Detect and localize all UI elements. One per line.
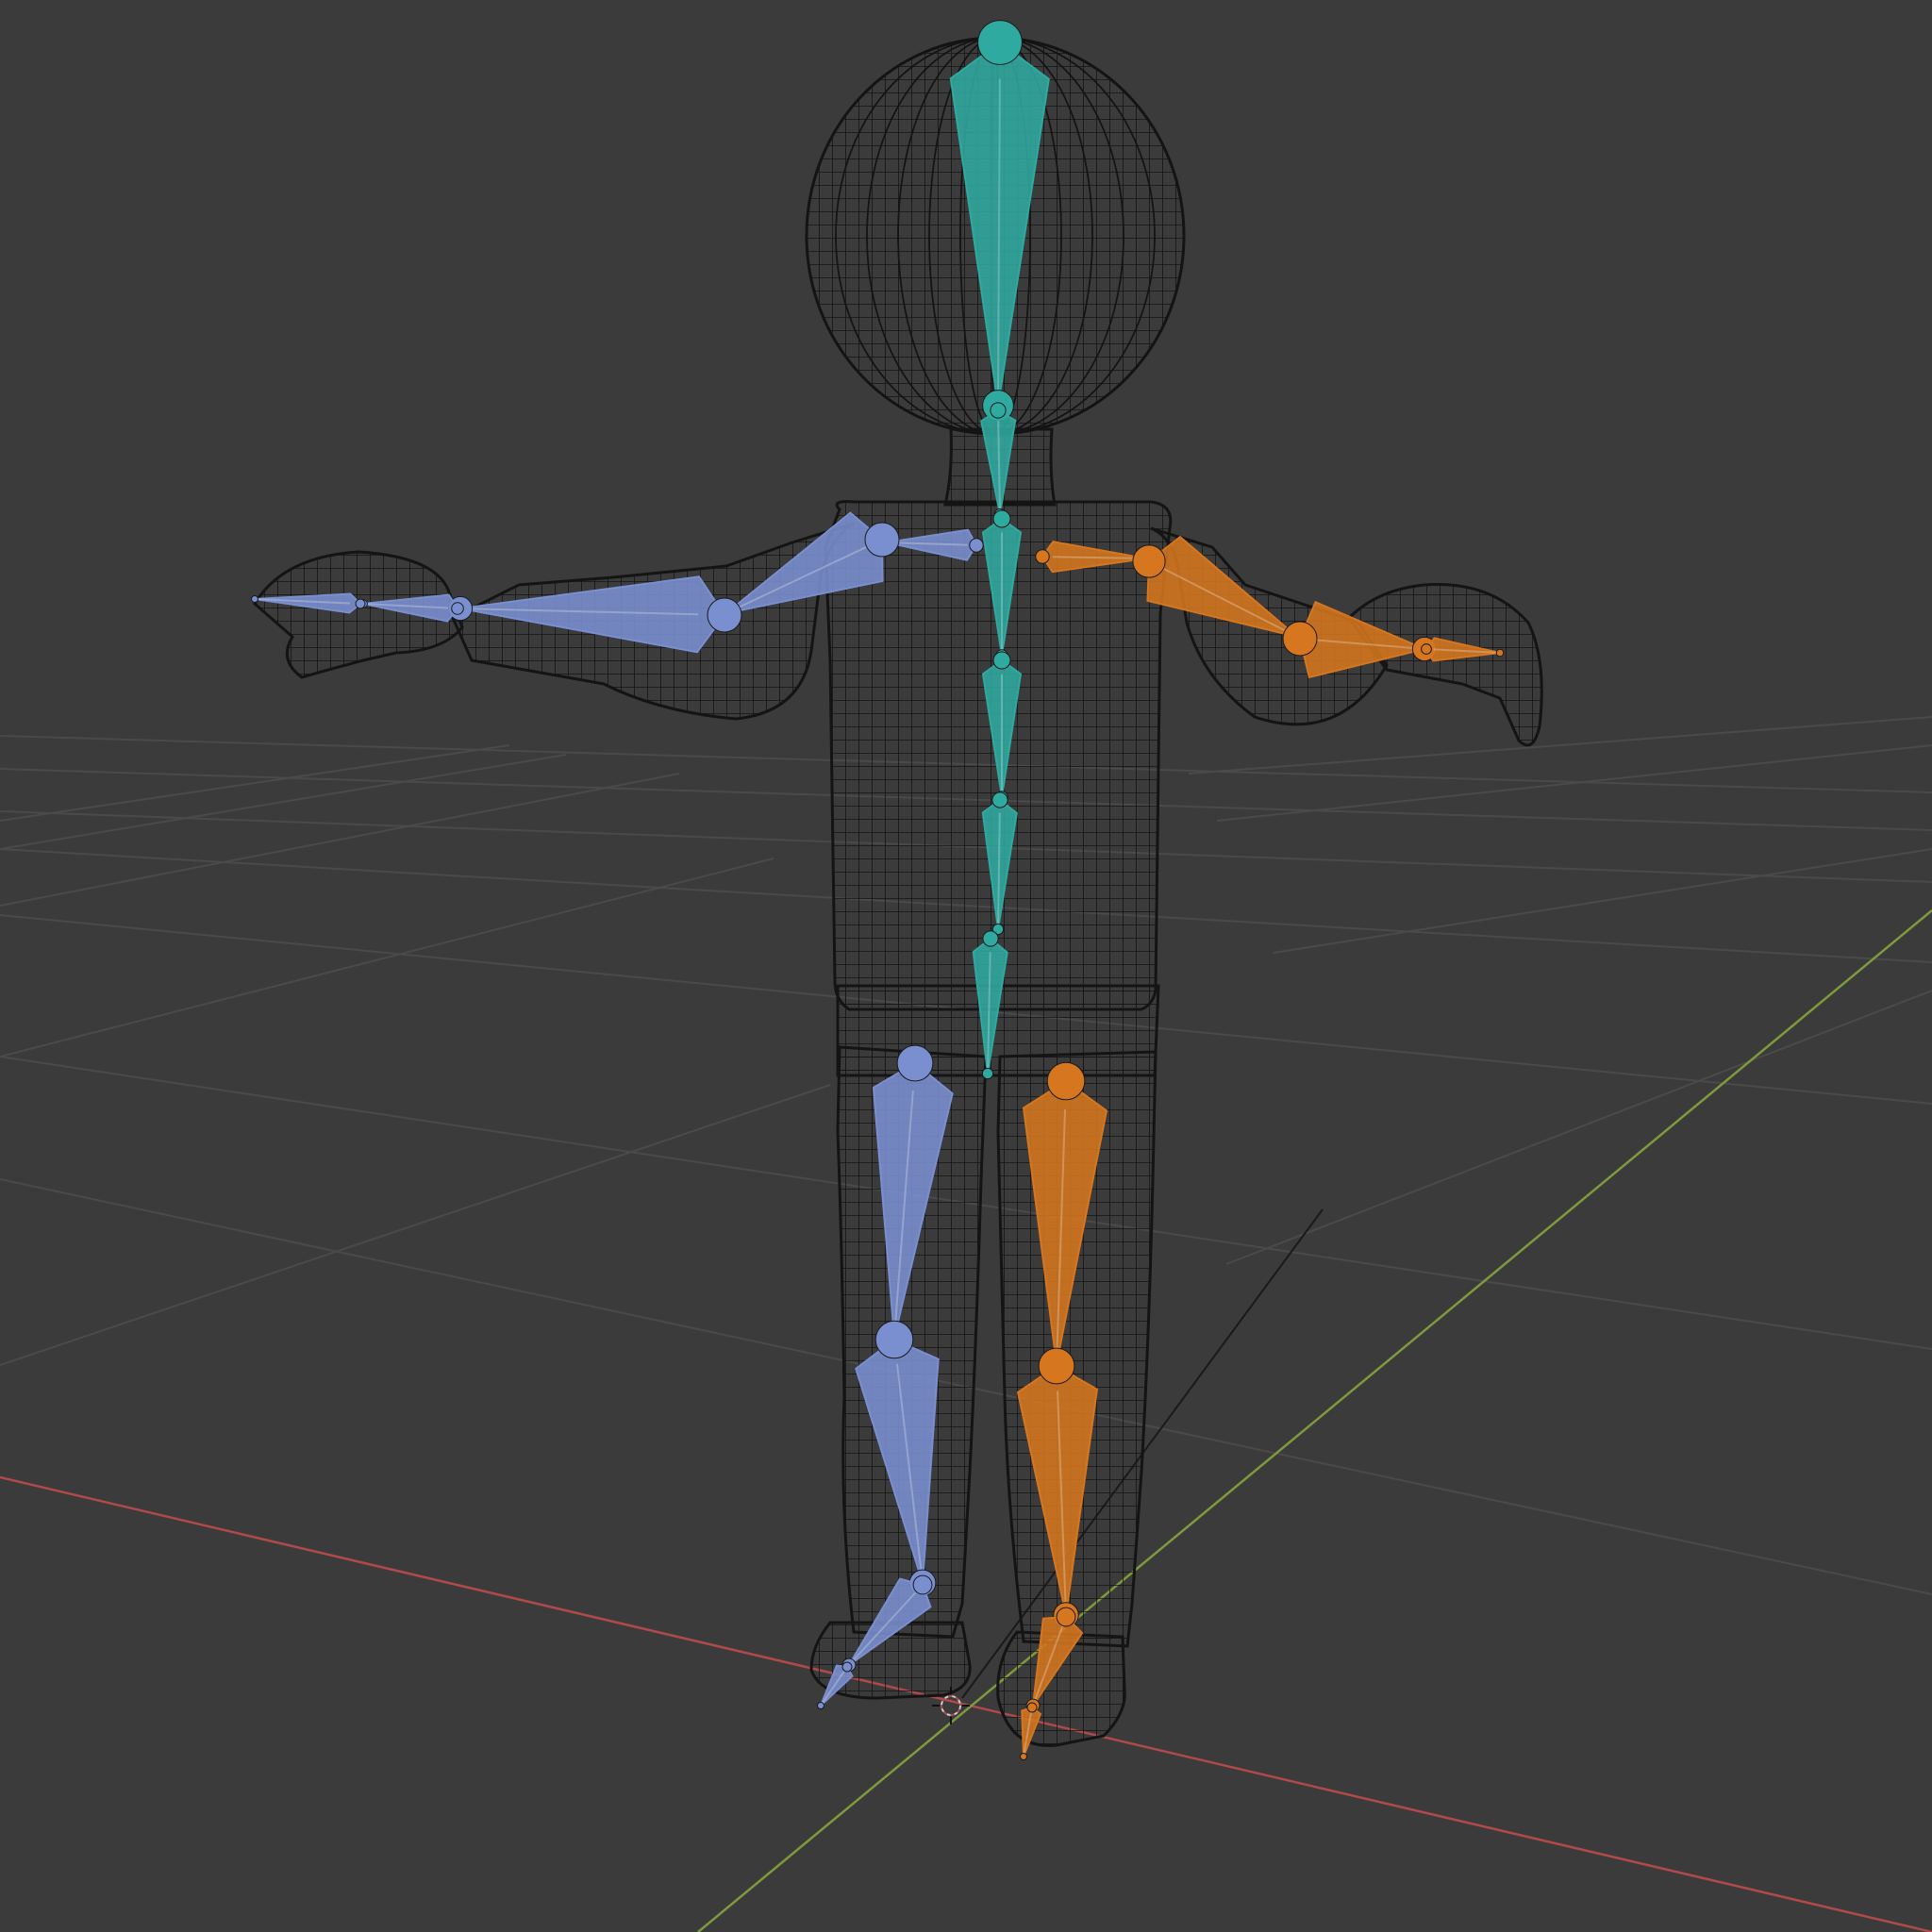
bone-joint[interactable] — [1132, 544, 1166, 578]
bone-joint[interactable] — [1035, 549, 1050, 564]
bone-joint[interactable] — [981, 1067, 994, 1080]
bone-joint[interactable] — [1020, 1753, 1027, 1760]
bone-joint[interactable] — [977, 20, 1023, 65]
bone-joint[interactable] — [355, 598, 366, 609]
bone-joint[interactable] — [992, 651, 1011, 670]
bone-joint[interactable] — [991, 791, 1008, 808]
bone-joint[interactable] — [451, 602, 464, 615]
bone-joint[interactable] — [896, 1044, 934, 1082]
bone-joint[interactable] — [1495, 648, 1505, 658]
grid-line — [1225, 990, 1932, 1265]
bone-joint[interactable] — [1038, 1347, 1075, 1385]
bone-joint[interactable] — [841, 1661, 853, 1673]
grid-line — [0, 858, 774, 1058]
bone-joint[interactable] — [864, 522, 900, 558]
bone-joint[interactable] — [1026, 1702, 1038, 1713]
bone-joint[interactable] — [982, 930, 999, 947]
grid-line — [1216, 744, 1932, 822]
grid-line — [0, 1084, 831, 1366]
bone-joint[interactable] — [817, 1702, 824, 1709]
bone-joint[interactable] — [251, 595, 258, 603]
bone-joint[interactable] — [1046, 1061, 1086, 1101]
bone-joint[interactable] — [912, 1574, 933, 1595]
bone-joint[interactable] — [1056, 1607, 1076, 1627]
bone-joint[interactable] — [992, 509, 1011, 528]
bone-joint[interactable] — [990, 402, 1007, 419]
bone-joint[interactable] — [707, 597, 742, 633]
viewport-scene[interactable] — [0, 0, 1932, 1932]
bone-joint[interactable] — [1282, 621, 1318, 657]
bone-joint[interactable] — [874, 1320, 914, 1359]
grid-line — [1273, 848, 1932, 954]
bone-joint[interactable] — [1421, 643, 1432, 655]
grid-line — [0, 754, 567, 850]
3d-viewport[interactable] — [0, 0, 1932, 1932]
bone-joint[interactable] — [969, 538, 984, 553]
